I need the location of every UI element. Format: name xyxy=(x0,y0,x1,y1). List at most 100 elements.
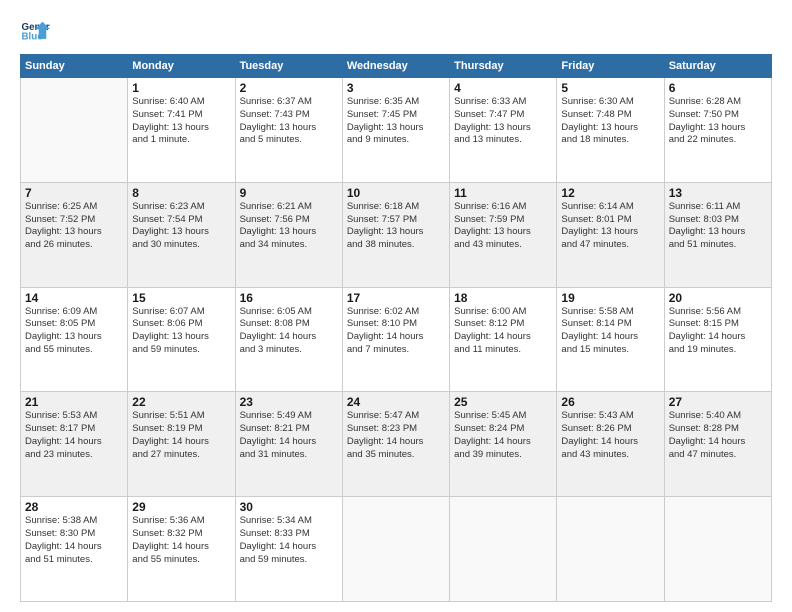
day-number: 6 xyxy=(669,81,767,95)
calendar-cell xyxy=(21,78,128,183)
day-info: Sunrise: 5:51 AM Sunset: 8:19 PM Dayligh… xyxy=(132,410,230,461)
day-number: 14 xyxy=(25,291,123,305)
calendar-page: General Blue SundayMondayTuesdayWednesda… xyxy=(0,0,792,612)
day-info: Sunrise: 5:38 AM Sunset: 8:30 PM Dayligh… xyxy=(25,515,123,566)
calendar-cell: 2Sunrise: 6:37 AM Sunset: 7:43 PM Daylig… xyxy=(235,78,342,183)
logo: General Blue xyxy=(20,16,50,46)
day-info: Sunrise: 6:07 AM Sunset: 8:06 PM Dayligh… xyxy=(132,306,230,357)
days-header-row: SundayMondayTuesdayWednesdayThursdayFrid… xyxy=(21,55,772,78)
calendar-cell: 20Sunrise: 5:56 AM Sunset: 8:15 PM Dayli… xyxy=(664,287,771,392)
calendar-cell: 11Sunrise: 6:16 AM Sunset: 7:59 PM Dayli… xyxy=(450,182,557,287)
day-info: Sunrise: 6:21 AM Sunset: 7:56 PM Dayligh… xyxy=(240,201,338,252)
day-number: 16 xyxy=(240,291,338,305)
day-info: Sunrise: 6:05 AM Sunset: 8:08 PM Dayligh… xyxy=(240,306,338,357)
day-number: 30 xyxy=(240,500,338,514)
calendar-cell: 12Sunrise: 6:14 AM Sunset: 8:01 PM Dayli… xyxy=(557,182,664,287)
day-number: 8 xyxy=(132,186,230,200)
day-info: Sunrise: 5:36 AM Sunset: 8:32 PM Dayligh… xyxy=(132,515,230,566)
day-header-monday: Monday xyxy=(128,55,235,78)
day-number: 27 xyxy=(669,395,767,409)
day-number: 23 xyxy=(240,395,338,409)
day-info: Sunrise: 6:14 AM Sunset: 8:01 PM Dayligh… xyxy=(561,201,659,252)
day-number: 24 xyxy=(347,395,445,409)
calendar-cell: 9Sunrise: 6:21 AM Sunset: 7:56 PM Daylig… xyxy=(235,182,342,287)
day-number: 19 xyxy=(561,291,659,305)
calendar-cell: 30Sunrise: 5:34 AM Sunset: 8:33 PM Dayli… xyxy=(235,497,342,602)
calendar-cell: 28Sunrise: 5:38 AM Sunset: 8:30 PM Dayli… xyxy=(21,497,128,602)
calendar-cell: 8Sunrise: 6:23 AM Sunset: 7:54 PM Daylig… xyxy=(128,182,235,287)
day-info: Sunrise: 6:40 AM Sunset: 7:41 PM Dayligh… xyxy=(132,96,230,147)
calendar-cell: 19Sunrise: 5:58 AM Sunset: 8:14 PM Dayli… xyxy=(557,287,664,392)
calendar-cell: 15Sunrise: 6:07 AM Sunset: 8:06 PM Dayli… xyxy=(128,287,235,392)
day-info: Sunrise: 5:47 AM Sunset: 8:23 PM Dayligh… xyxy=(347,410,445,461)
calendar-table: SundayMondayTuesdayWednesdayThursdayFrid… xyxy=(20,54,772,602)
day-number: 26 xyxy=(561,395,659,409)
day-header-wednesday: Wednesday xyxy=(342,55,449,78)
day-number: 3 xyxy=(347,81,445,95)
day-number: 12 xyxy=(561,186,659,200)
day-number: 29 xyxy=(132,500,230,514)
calendar-cell: 26Sunrise: 5:43 AM Sunset: 8:26 PM Dayli… xyxy=(557,392,664,497)
calendar-cell: 25Sunrise: 5:45 AM Sunset: 8:24 PM Dayli… xyxy=(450,392,557,497)
calendar-cell: 27Sunrise: 5:40 AM Sunset: 8:28 PM Dayli… xyxy=(664,392,771,497)
day-number: 11 xyxy=(454,186,552,200)
day-info: Sunrise: 6:16 AM Sunset: 7:59 PM Dayligh… xyxy=(454,201,552,252)
calendar-cell: 7Sunrise: 6:25 AM Sunset: 7:52 PM Daylig… xyxy=(21,182,128,287)
day-number: 4 xyxy=(454,81,552,95)
day-number: 1 xyxy=(132,81,230,95)
day-info: Sunrise: 5:53 AM Sunset: 8:17 PM Dayligh… xyxy=(25,410,123,461)
logo-icon: General Blue xyxy=(20,16,50,46)
day-number: 20 xyxy=(669,291,767,305)
day-header-tuesday: Tuesday xyxy=(235,55,342,78)
day-info: Sunrise: 5:34 AM Sunset: 8:33 PM Dayligh… xyxy=(240,515,338,566)
day-number: 5 xyxy=(561,81,659,95)
day-info: Sunrise: 6:33 AM Sunset: 7:47 PM Dayligh… xyxy=(454,96,552,147)
calendar-body: 1Sunrise: 6:40 AM Sunset: 7:41 PM Daylig… xyxy=(21,78,772,602)
day-info: Sunrise: 6:28 AM Sunset: 7:50 PM Dayligh… xyxy=(669,96,767,147)
calendar-cell: 21Sunrise: 5:53 AM Sunset: 8:17 PM Dayli… xyxy=(21,392,128,497)
day-header-saturday: Saturday xyxy=(664,55,771,78)
day-info: Sunrise: 6:25 AM Sunset: 7:52 PM Dayligh… xyxy=(25,201,123,252)
calendar-cell: 29Sunrise: 5:36 AM Sunset: 8:32 PM Dayli… xyxy=(128,497,235,602)
calendar-cell: 3Sunrise: 6:35 AM Sunset: 7:45 PM Daylig… xyxy=(342,78,449,183)
day-info: Sunrise: 5:49 AM Sunset: 8:21 PM Dayligh… xyxy=(240,410,338,461)
calendar-cell: 16Sunrise: 6:05 AM Sunset: 8:08 PM Dayli… xyxy=(235,287,342,392)
day-info: Sunrise: 6:37 AM Sunset: 7:43 PM Dayligh… xyxy=(240,96,338,147)
calendar-cell: 13Sunrise: 6:11 AM Sunset: 8:03 PM Dayli… xyxy=(664,182,771,287)
calendar-cell xyxy=(342,497,449,602)
week-row-4: 21Sunrise: 5:53 AM Sunset: 8:17 PM Dayli… xyxy=(21,392,772,497)
day-info: Sunrise: 5:43 AM Sunset: 8:26 PM Dayligh… xyxy=(561,410,659,461)
day-number: 10 xyxy=(347,186,445,200)
day-number: 22 xyxy=(132,395,230,409)
day-number: 25 xyxy=(454,395,552,409)
day-info: Sunrise: 6:30 AM Sunset: 7:48 PM Dayligh… xyxy=(561,96,659,147)
calendar-cell: 17Sunrise: 6:02 AM Sunset: 8:10 PM Dayli… xyxy=(342,287,449,392)
calendar-cell xyxy=(664,497,771,602)
day-info: Sunrise: 5:56 AM Sunset: 8:15 PM Dayligh… xyxy=(669,306,767,357)
day-info: Sunrise: 6:11 AM Sunset: 8:03 PM Dayligh… xyxy=(669,201,767,252)
header: General Blue xyxy=(20,16,772,46)
calendar-cell: 23Sunrise: 5:49 AM Sunset: 8:21 PM Dayli… xyxy=(235,392,342,497)
day-number: 13 xyxy=(669,186,767,200)
calendar-cell xyxy=(450,497,557,602)
day-info: Sunrise: 6:18 AM Sunset: 7:57 PM Dayligh… xyxy=(347,201,445,252)
day-info: Sunrise: 6:00 AM Sunset: 8:12 PM Dayligh… xyxy=(454,306,552,357)
day-number: 2 xyxy=(240,81,338,95)
day-number: 7 xyxy=(25,186,123,200)
day-info: Sunrise: 6:23 AM Sunset: 7:54 PM Dayligh… xyxy=(132,201,230,252)
day-info: Sunrise: 5:58 AM Sunset: 8:14 PM Dayligh… xyxy=(561,306,659,357)
day-number: 15 xyxy=(132,291,230,305)
calendar-cell: 10Sunrise: 6:18 AM Sunset: 7:57 PM Dayli… xyxy=(342,182,449,287)
day-header-thursday: Thursday xyxy=(450,55,557,78)
day-info: Sunrise: 6:35 AM Sunset: 7:45 PM Dayligh… xyxy=(347,96,445,147)
day-number: 17 xyxy=(347,291,445,305)
day-number: 18 xyxy=(454,291,552,305)
day-info: Sunrise: 6:09 AM Sunset: 8:05 PM Dayligh… xyxy=(25,306,123,357)
calendar-cell: 22Sunrise: 5:51 AM Sunset: 8:19 PM Dayli… xyxy=(128,392,235,497)
day-header-friday: Friday xyxy=(557,55,664,78)
calendar-cell: 6Sunrise: 6:28 AM Sunset: 7:50 PM Daylig… xyxy=(664,78,771,183)
calendar-cell xyxy=(557,497,664,602)
day-header-sunday: Sunday xyxy=(21,55,128,78)
day-info: Sunrise: 5:40 AM Sunset: 8:28 PM Dayligh… xyxy=(669,410,767,461)
day-number: 28 xyxy=(25,500,123,514)
